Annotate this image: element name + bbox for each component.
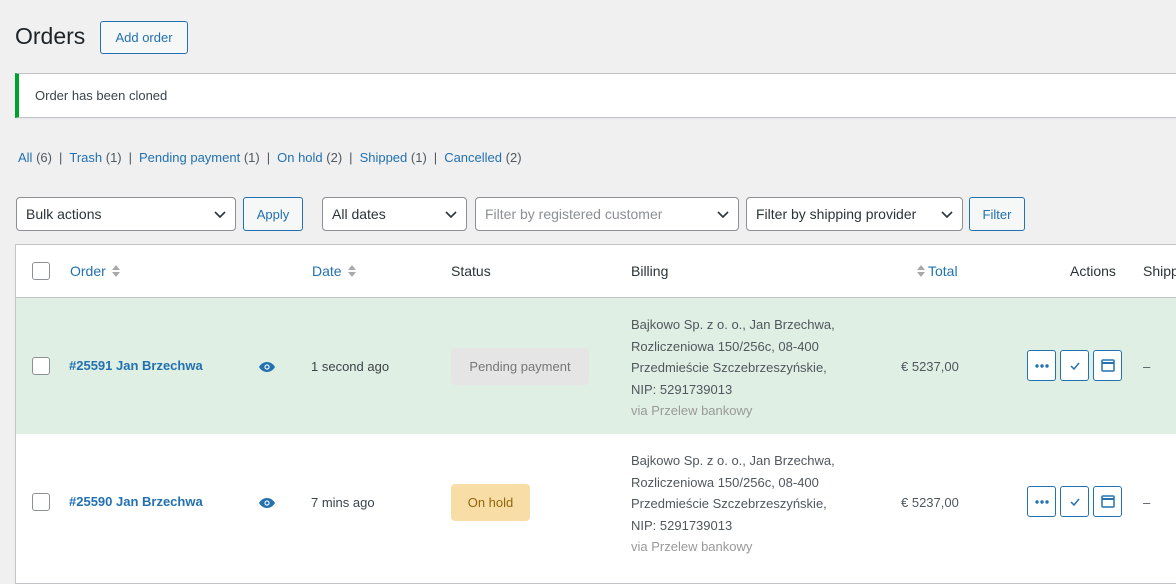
view-shipped-count: (1) — [410, 150, 427, 165]
chevron-down-icon — [717, 211, 729, 219]
view-on-hold[interactable]: On hold — [277, 150, 323, 165]
order-date: 1 second ago — [311, 359, 390, 374]
order-link[interactable]: #25591 Jan Brzechwa — [69, 358, 203, 373]
column-shipping: Shipp — [1143, 263, 1176, 279]
order-date: 7 mins ago — [311, 495, 375, 510]
orders-table: Order Date Status Billing Total Actions … — [15, 244, 1176, 584]
table-row[interactable]: #25591 Jan Brzechwa 1 second ago Pending… — [16, 298, 1176, 434]
more-icon — [1034, 499, 1049, 504]
apply-button[interactable]: Apply — [243, 197, 303, 231]
view-shipped[interactable]: Shipped — [360, 150, 408, 165]
order-link[interactable]: #25590 Jan Brzechwa — [69, 494, 203, 509]
dates-select[interactable]: All dates — [322, 197, 467, 231]
select-all-checkbox[interactable] — [32, 262, 50, 280]
view-cancelled[interactable]: Cancelled — [444, 150, 502, 165]
more-icon — [1034, 363, 1049, 368]
view-pending-count: (1) — [243, 150, 260, 165]
customer-filter-select[interactable]: Filter by registered customer — [475, 197, 739, 231]
check-icon — [1069, 362, 1080, 370]
status-badge: On hold — [451, 484, 530, 521]
view-trash[interactable]: Trash — [69, 150, 102, 165]
more-button[interactable] — [1027, 350, 1056, 381]
billing-address: Bajkowo Sp. z o. o., Jan Brzechwa, Rozli… — [631, 317, 835, 418]
page-title: Orders — [15, 23, 86, 49]
view-all-count: (6) — [36, 150, 52, 165]
view-all[interactable]: All — [18, 150, 32, 165]
complete-button[interactable] — [1060, 350, 1089, 381]
shipping-value: – — [1143, 359, 1151, 374]
row-checkbox[interactable] — [32, 357, 50, 375]
status-views: All (6) | Trash (1) | Pending payment (1) | On… — [18, 150, 522, 165]
bulk-actions-select[interactable]: Bulk actions — [16, 197, 236, 231]
table-header: Order Date Status Billing Total Actions … — [16, 245, 1176, 298]
view-cancelled-count: (2) — [505, 150, 522, 165]
notice-text: Order has been cloned — [35, 88, 168, 103]
row-checkbox[interactable] — [32, 493, 50, 511]
more-button[interactable] — [1027, 486, 1056, 517]
column-total[interactable]: Total — [916, 263, 958, 279]
window-icon — [1100, 359, 1115, 372]
window-icon — [1100, 495, 1115, 508]
chevron-down-icon — [214, 211, 226, 219]
preview-button[interactable] — [1093, 350, 1122, 381]
preview-button[interactable] — [1093, 486, 1122, 517]
add-order-button[interactable]: Add order — [100, 21, 188, 54]
eye-icon[interactable] — [259, 362, 275, 372]
success-notice: Order has been cloned — [15, 73, 1176, 118]
check-icon — [1069, 498, 1080, 506]
view-on-hold-count: (2) — [326, 150, 343, 165]
shipping-value: – — [1143, 495, 1151, 510]
filter-button[interactable]: Filter — [969, 197, 1025, 231]
order-total: € 5237,00 — [901, 359, 959, 374]
column-status: Status — [451, 263, 491, 279]
shipping-provider-select[interactable]: Filter by shipping provider — [746, 197, 963, 231]
table-row[interactable]: #25590 Jan Brzechwa 7 mins ago On hold B… — [16, 434, 1176, 570]
billing-address: Bajkowo Sp. z o. o., Jan Brzechwa, Rozli… — [631, 453, 835, 554]
column-order[interactable]: Order — [70, 263, 121, 279]
order-total: € 5237,00 — [901, 495, 959, 510]
sort-icon — [347, 265, 356, 277]
view-pending-payment[interactable]: Pending payment — [139, 150, 240, 165]
eye-icon[interactable] — [259, 498, 275, 508]
sort-icon — [917, 265, 925, 277]
sort-icon — [111, 265, 120, 277]
column-date[interactable]: Date — [312, 263, 357, 279]
complete-button[interactable] — [1060, 486, 1089, 517]
status-badge: Pending payment — [451, 348, 589, 385]
column-billing: Billing — [631, 263, 669, 279]
chevron-down-icon — [941, 211, 953, 219]
view-trash-count: (1) — [105, 150, 122, 165]
column-actions: Actions — [1070, 263, 1116, 279]
chevron-down-icon — [445, 211, 457, 219]
